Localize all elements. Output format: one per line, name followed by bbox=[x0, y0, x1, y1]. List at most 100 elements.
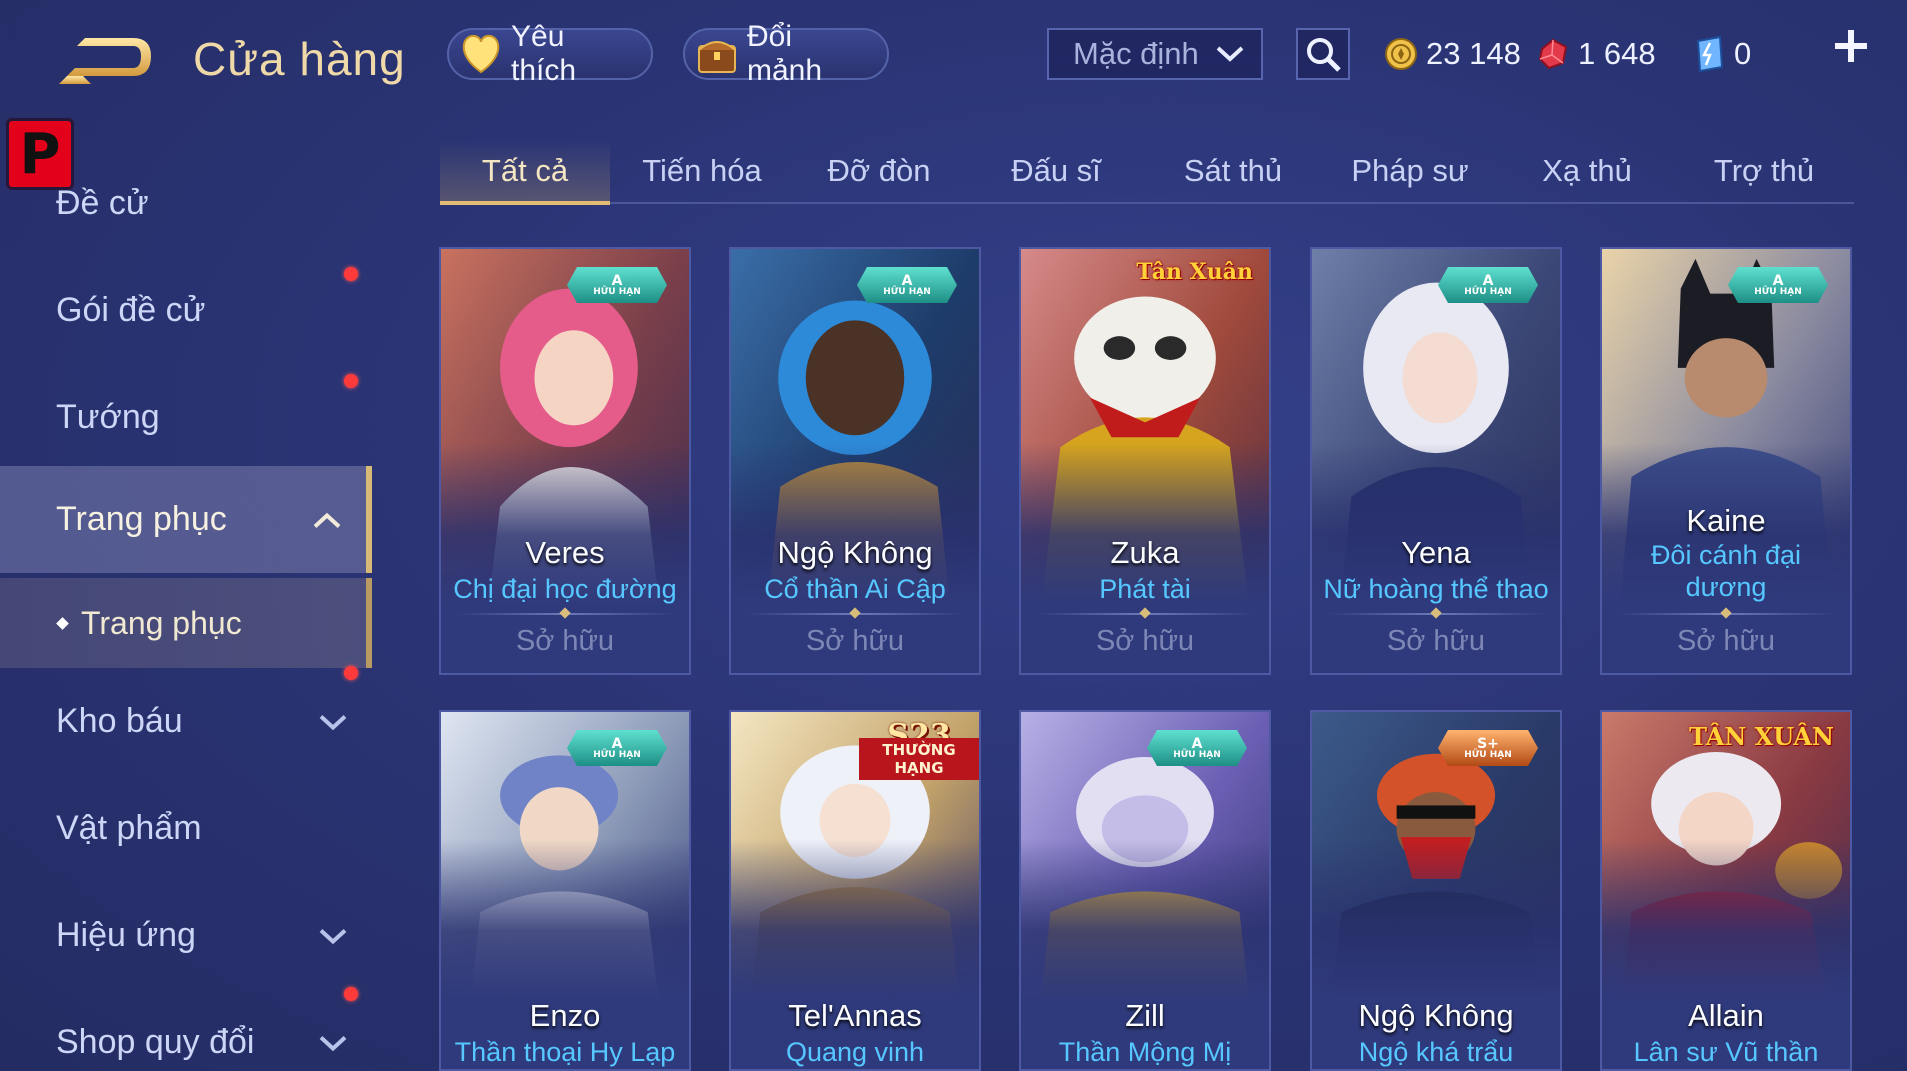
card-shade bbox=[1021, 839, 1269, 1069]
sidebar-item-label: Trang phục bbox=[56, 500, 227, 538]
card-shade bbox=[1312, 839, 1560, 1069]
favorites-button[interactable]: Yêu thích bbox=[447, 20, 653, 87]
skin-card[interactable]: S23 THƯỜNG HẠNG Tel'Annas Quang vinh bbox=[729, 710, 981, 1071]
sidebar-item-heroes[interactable]: Tướng bbox=[0, 364, 372, 471]
hero-name: Ngộ Không bbox=[777, 535, 933, 570]
owned-status: Sở hữu bbox=[515, 625, 615, 657]
sidebar-item-treasure[interactable]: Kho báu bbox=[0, 666, 372, 775]
chevron-down-icon bbox=[1216, 46, 1244, 62]
skin-name: Thần Mộng Mị bbox=[1058, 1037, 1232, 1067]
grade-badge: A HỮU HẠN bbox=[1728, 267, 1828, 303]
tab-all[interactable]: Tất cả bbox=[440, 140, 610, 205]
skin-name: Quang vinh bbox=[785, 1037, 925, 1067]
skin-card[interactable]: A HỮU HẠN Kaine Đôi cánh đại dương Sở hữu bbox=[1600, 247, 1852, 675]
sidebar-subitem-skins[interactable]: Trang phục bbox=[0, 578, 372, 668]
skin-name: Đôi cánh đại dương bbox=[1650, 540, 1802, 602]
skin-card[interactable]: A HỮU HẠN Yena Nữ hoàng thể thao Sở hữu bbox=[1310, 247, 1562, 675]
sidebar-item-label: Đề cử bbox=[56, 184, 149, 222]
tab-evolution[interactable]: Tiến hóa bbox=[617, 140, 787, 202]
skin-name: Chị đại học đường bbox=[453, 574, 677, 604]
grade-badge: A HỮU HẠN bbox=[1438, 267, 1538, 303]
ruby-gem-icon bbox=[1538, 38, 1568, 70]
tab-support[interactable]: Trợ thủ bbox=[1679, 140, 1849, 202]
season-rank-badge: S23 THƯỜNG HẠNG bbox=[859, 718, 979, 780]
exchange-fragments-button[interactable]: Đổi mảnh bbox=[683, 20, 889, 87]
notification-dot bbox=[344, 666, 358, 680]
tab-fighter[interactable]: Đấu sĩ bbox=[971, 140, 1141, 202]
ruby-amount: 1 648 bbox=[1578, 36, 1656, 71]
ruby-balance: 1 648 bbox=[1536, 30, 1656, 78]
hero-name: Veres bbox=[525, 535, 605, 570]
skin-name: Ngộ khá trẩu bbox=[1358, 1037, 1514, 1067]
sidebar-item-label: Tướng bbox=[56, 398, 160, 436]
skin-card[interactable]: S+ HỮU HẠN Ngộ Không Ngộ khá trẩu bbox=[1310, 710, 1562, 1071]
grade-badge: A HỮU HẠN bbox=[567, 267, 667, 303]
add-currency-button[interactable] bbox=[1830, 28, 1872, 70]
search-button[interactable] bbox=[1296, 28, 1350, 80]
sidebar-item-label: Shop quy đổi bbox=[56, 1023, 255, 1061]
event-badge: Tân Xuân bbox=[1136, 259, 1253, 285]
card-shade bbox=[441, 839, 689, 1069]
skin-card[interactable]: TÂN XUÂN Allain Lân sư Vũ thần bbox=[1600, 710, 1852, 1071]
skin-card[interactable]: A HỮU HẠN Veres Chị đại học đường Sở hữu bbox=[439, 247, 691, 675]
notification-dot bbox=[344, 374, 358, 388]
sidebar-item-label: Vật phẩm bbox=[56, 809, 202, 847]
plus-icon bbox=[1835, 30, 1867, 62]
category-tabs: Tất cả Tiến hóa Đỡ đòn Đấu sĩ Sát thủ Ph… bbox=[440, 140, 1854, 205]
owned-status: Sở hữu bbox=[1386, 625, 1486, 657]
card-divider bbox=[747, 613, 963, 615]
sidebar-item-recommended[interactable]: Đề cử bbox=[0, 150, 372, 257]
card-shade bbox=[731, 839, 979, 1069]
event-badge: TÂN XUÂN bbox=[1689, 722, 1834, 751]
gold-amount: 23 148 bbox=[1426, 36, 1521, 71]
search-icon bbox=[1307, 38, 1341, 72]
skin-card[interactable]: A HỮU HẠN Zill Thần Mộng Mị bbox=[1019, 710, 1271, 1071]
bullet-icon bbox=[56, 616, 69, 630]
skin-name: Thần thoại Hy Lạp bbox=[454, 1037, 676, 1067]
notification-dot bbox=[344, 987, 358, 1001]
sort-dropdown[interactable]: Mặc định bbox=[1047, 28, 1263, 80]
skin-card[interactable]: Tân Xuân Zuka Phát tài Sở hữu bbox=[1019, 247, 1271, 675]
card-divider bbox=[457, 613, 673, 615]
tab-mage[interactable]: Pháp sư bbox=[1325, 140, 1495, 202]
owned-status: Sở hữu bbox=[805, 625, 905, 657]
hero-name: Enzo bbox=[529, 998, 601, 1033]
tab-tank[interactable]: Đỡ đòn bbox=[794, 140, 964, 202]
chevron-down-icon bbox=[318, 916, 348, 955]
sidebar: Đề cử Gói đề cử Tướng Trang phục Trang p… bbox=[0, 150, 372, 1071]
back-button[interactable] bbox=[55, 30, 155, 90]
skin-name: Lân sư Vũ thần bbox=[1633, 1037, 1819, 1067]
sidebar-item-effects[interactable]: Hiệu ứng bbox=[0, 882, 372, 989]
treasure-chest-icon bbox=[695, 32, 739, 76]
chevron-up-icon bbox=[312, 500, 342, 539]
grade-badge: A HỮU HẠN bbox=[1147, 730, 1247, 766]
sidebar-item-label: Kho báu bbox=[56, 702, 183, 740]
skin-card[interactable]: A HỮU HẠN Ngộ Không Cổ thần Ai Cập Sở hữu bbox=[729, 247, 981, 675]
sort-value: Mặc định bbox=[1073, 36, 1199, 71]
tab-marksman[interactable]: Xạ thủ bbox=[1502, 140, 1672, 202]
grade-badge: A HỮU HẠN bbox=[567, 730, 667, 766]
sidebar-item-skins[interactable]: Trang phục bbox=[0, 466, 372, 573]
notification-dot bbox=[344, 267, 358, 281]
sidebar-item-items[interactable]: Vật phẩm bbox=[0, 775, 372, 882]
skin-name: Nữ hoàng thể thao bbox=[1323, 574, 1549, 604]
hero-name: Zill bbox=[1125, 998, 1165, 1033]
sidebar-item-label: Gói đề cử bbox=[56, 291, 206, 329]
skin-name: Cổ thần Ai Cập bbox=[764, 574, 946, 604]
hero-name: Zuka bbox=[1110, 535, 1180, 570]
card-divider bbox=[1328, 613, 1544, 615]
card-shade bbox=[1602, 839, 1850, 1069]
heart-icon bbox=[459, 32, 503, 76]
gold-balance: 23 148 bbox=[1384, 30, 1521, 78]
grade-badge: S+ HỮU HẠN bbox=[1438, 730, 1538, 766]
sidebar-item-recommended-packs[interactable]: Gói đề cử bbox=[0, 257, 372, 364]
tab-assassin[interactable]: Sát thủ bbox=[1148, 140, 1318, 202]
skin-name: Phát tài bbox=[1099, 574, 1191, 604]
owned-status: Sở hữu bbox=[1095, 625, 1195, 657]
hero-name: Kaine bbox=[1686, 503, 1766, 538]
skin-card[interactable]: A HỮU HẠN Enzo Thần thoại Hy Lạp bbox=[439, 710, 691, 1071]
card-divider bbox=[1618, 613, 1834, 615]
sidebar-item-exchange-shop[interactable]: Shop quy đổi bbox=[0, 987, 372, 1071]
chevron-down-icon bbox=[318, 702, 348, 741]
hero-name: Tel'Annas bbox=[788, 998, 922, 1033]
